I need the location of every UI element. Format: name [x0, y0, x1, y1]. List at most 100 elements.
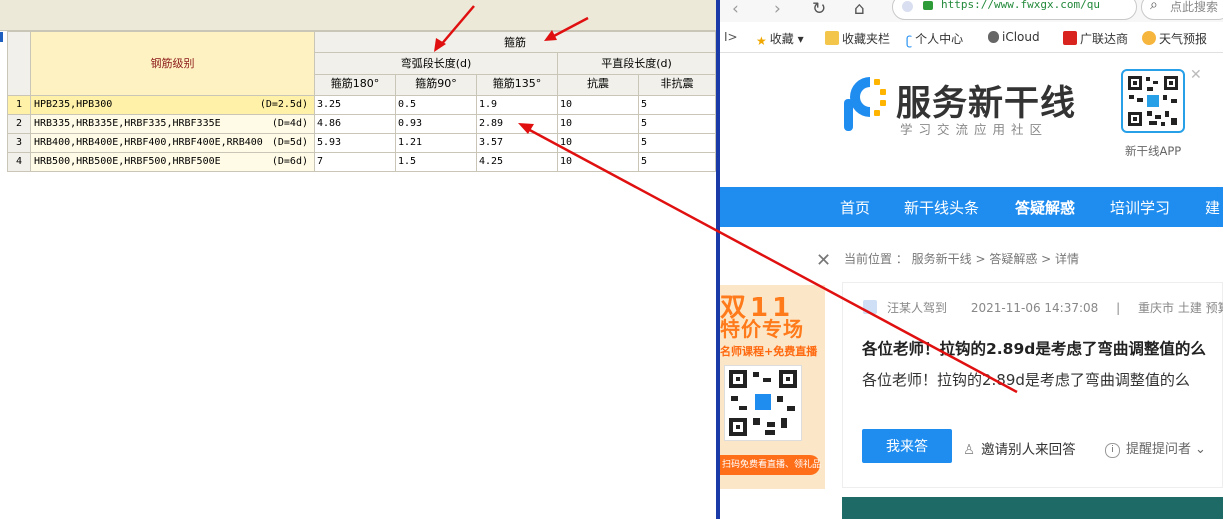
lock-icon	[923, 1, 933, 10]
nav-home[interactable]: 首页	[840, 197, 870, 218]
col-header-180: 箍筋180°	[315, 75, 396, 96]
info-icon: i	[1105, 443, 1120, 458]
person-icon: ♙	[963, 442, 976, 458]
value-cell-135[interactable]: 4.25	[477, 153, 558, 172]
user-avatar-icon[interactable]	[863, 300, 877, 314]
grade-header: 钢筋级别	[31, 31, 315, 96]
value-cell-90[interactable]: 1.21	[396, 134, 477, 153]
invite-answer-link[interactable]: ♙ 邀请别人来回答	[963, 438, 1076, 458]
straight-length-header: 平直段长度(d)	[558, 53, 716, 75]
row-number[interactable]: 3	[7, 134, 31, 153]
bookmark-glodon[interactable]: 广联达商	[1063, 30, 1128, 47]
value-cell-135[interactable]: 1.9	[477, 96, 558, 115]
meta-separator: |	[1116, 301, 1121, 315]
ad-tagline: 名师课程+免费直播	[720, 345, 818, 358]
site-logo-icon[interactable]	[840, 73, 888, 135]
search-input[interactable]: ⌕ 点此搜索	[1141, 0, 1223, 20]
value-cell-90[interactable]: 1.5	[396, 153, 477, 172]
browser-window: ‹ › ↻ ⌂ https://www.fwxgx.com/qu ⌕ 点此搜索 …	[720, 0, 1223, 519]
value-cell-180[interactable]: 7	[315, 153, 396, 172]
nav-training[interactable]: 培训学习	[1110, 197, 1170, 218]
value-cell-90[interactable]: 0.5	[396, 96, 477, 115]
close-ad-icon[interactable]: ✕	[816, 252, 831, 270]
home-icon[interactable]: ⌂	[854, 0, 865, 18]
bend-diameter: (D=4d)	[271, 118, 308, 129]
value-cell-nonseismic[interactable]: 5	[639, 153, 716, 172]
folder-icon	[825, 31, 839, 45]
chevron-down-icon: ⌄	[1195, 442, 1206, 457]
value-cell-180[interactable]: 4.86	[315, 115, 396, 134]
value-cell-135[interactable]: 3.57	[477, 134, 558, 153]
bookmark-icloud[interactable]: iCloud	[988, 30, 1040, 44]
value-cell-seismic[interactable]: 10	[558, 115, 639, 134]
site-logo-icon: ʗ	[906, 34, 913, 48]
site-identity-icon[interactable]	[902, 1, 913, 12]
value-cell-180[interactable]: 3.25	[315, 96, 396, 115]
qr-code-icon	[1128, 76, 1178, 126]
stirrup-header: 箍筋	[315, 31, 716, 53]
grade-name: HRB400,HRB400E,HRBF400,HRBF400E,RRB400	[34, 137, 263, 148]
close-icon[interactable]: ✕	[1190, 67, 1202, 83]
address-bar[interactable]: https://www.fwxgx.com/qu	[892, 0, 1137, 20]
url-text[interactable]: https://www.fwxgx.com/qu	[941, 0, 1100, 11]
grade-cell[interactable]: HRB500,HRB500E,HRBF500,HRBF500E (D=6d)	[31, 153, 315, 172]
selection-marker	[0, 32, 3, 42]
value-cell-nonseismic[interactable]: 5	[639, 134, 716, 153]
bottom-banner	[842, 497, 1223, 519]
bend-diameter: (D=6d)	[271, 156, 308, 167]
weather-icon	[1142, 31, 1156, 45]
search-icon: ⌕	[1150, 0, 1158, 13]
question-card: 汪某人驾到 2021-11-06 14:37:08 | 重庆市 土建 预算 各位…	[842, 282, 1223, 488]
question-location: 重庆市 土建 预算	[1138, 301, 1223, 315]
question-title[interactable]: 各位老师！拉钩的2.89d是考虑了弯曲调整值的么	[862, 337, 1206, 359]
value-cell-nonseismic[interactable]: 5	[639, 96, 716, 115]
ad-footer-banner: 扫码免费看直播、领礼品	[720, 455, 821, 475]
row-number[interactable]: 1	[7, 96, 31, 115]
browser-toolbar: ‹ › ↻ ⌂ https://www.fwxgx.com/qu ⌕ 点此搜索	[720, 0, 1223, 22]
value-cell-seismic[interactable]: 10	[558, 96, 639, 115]
app-label: 新干线APP	[1125, 144, 1182, 158]
col-header-135: 箍筋135°	[477, 75, 558, 96]
sidebar-toggle-icon[interactable]: I>	[724, 30, 738, 44]
grade-name: HRB500,HRB500E,HRBF500,HRBF500E	[34, 156, 221, 167]
value-cell-135[interactable]: 2.89	[477, 115, 558, 134]
star-icon: ★	[756, 34, 767, 48]
app-qr-code	[1121, 69, 1185, 133]
bookmarks-bar: I> ★ 收藏 ▾ 收藏夹栏 ʗ 个人中心 iCloud 广联达商 天气预报	[720, 26, 1223, 53]
value-cell-nonseismic[interactable]: 5	[639, 115, 716, 134]
author-name[interactable]: 汪某人驾到	[887, 301, 947, 315]
answer-button[interactable]: 我来答	[862, 429, 952, 463]
value-cell-180[interactable]: 5.93	[315, 134, 396, 153]
refresh-icon[interactable]: ↻	[812, 0, 826, 18]
glodon-icon	[1063, 31, 1077, 45]
remind-asker-link[interactable]: i 提醒提问者 ⌄	[1105, 438, 1206, 458]
search-placeholder: 点此搜索	[1170, 0, 1219, 14]
bend-diameter: (D=2.5d)	[259, 99, 308, 110]
bookmark-favorites[interactable]: ★ 收藏 ▾	[756, 30, 804, 48]
grade-name: HRB335,HRB335E,HRBF335,HRBF335E	[34, 118, 221, 129]
row-number[interactable]: 4	[7, 153, 31, 172]
back-icon[interactable]: ‹	[732, 0, 739, 18]
bookmark-personal-center[interactable]: ʗ 个人中心	[906, 30, 963, 48]
grade-cell[interactable]: HPB235,HPB300 (D=2.5d)	[31, 96, 315, 115]
col-header-90: 箍筋90°	[396, 75, 477, 96]
row-number[interactable]: 2	[7, 115, 31, 134]
nav-headlines[interactable]: 新干线头条	[904, 197, 979, 218]
grade-cell[interactable]: HRB400,HRB400E,HRBF400,HRBF400E,RRB400 (…	[31, 134, 315, 153]
value-cell-seismic[interactable]: 10	[558, 153, 639, 172]
promo-ad[interactable]: 双11 特价专场 名师课程+免费直播 扫码免费看直播、领礼品	[720, 285, 825, 489]
grade-cell[interactable]: HRB335,HRB335E,HRBF335,HRBF335E (D=4d)	[31, 115, 315, 134]
arc-length-header: 弯弧段长度(d)	[315, 53, 558, 75]
breadcrumb: 当前位置 ： 服务新干线 > 答疑解惑 > 详情	[844, 252, 1079, 266]
value-cell-90[interactable]: 0.93	[396, 115, 477, 134]
ad-subheadline: 特价专场	[720, 317, 804, 341]
nav-qa[interactable]: 答疑解惑	[1015, 197, 1075, 218]
value-cell-seismic[interactable]: 10	[558, 134, 639, 153]
nav-more[interactable]: 建	[1205, 197, 1220, 218]
forward-icon[interactable]: ›	[774, 0, 781, 18]
bookmark-weather[interactable]: 天气预报	[1142, 30, 1207, 47]
bookmark-favorites-bar[interactable]: 收藏夹栏	[825, 30, 890, 47]
qr-code-icon	[729, 370, 797, 436]
question-meta: 汪某人驾到 2021-11-06 14:37:08 | 重庆市 土建 预算	[863, 299, 1223, 316]
site-nav: 首页 新干线头条 答疑解惑 培训学习 建	[720, 187, 1223, 227]
